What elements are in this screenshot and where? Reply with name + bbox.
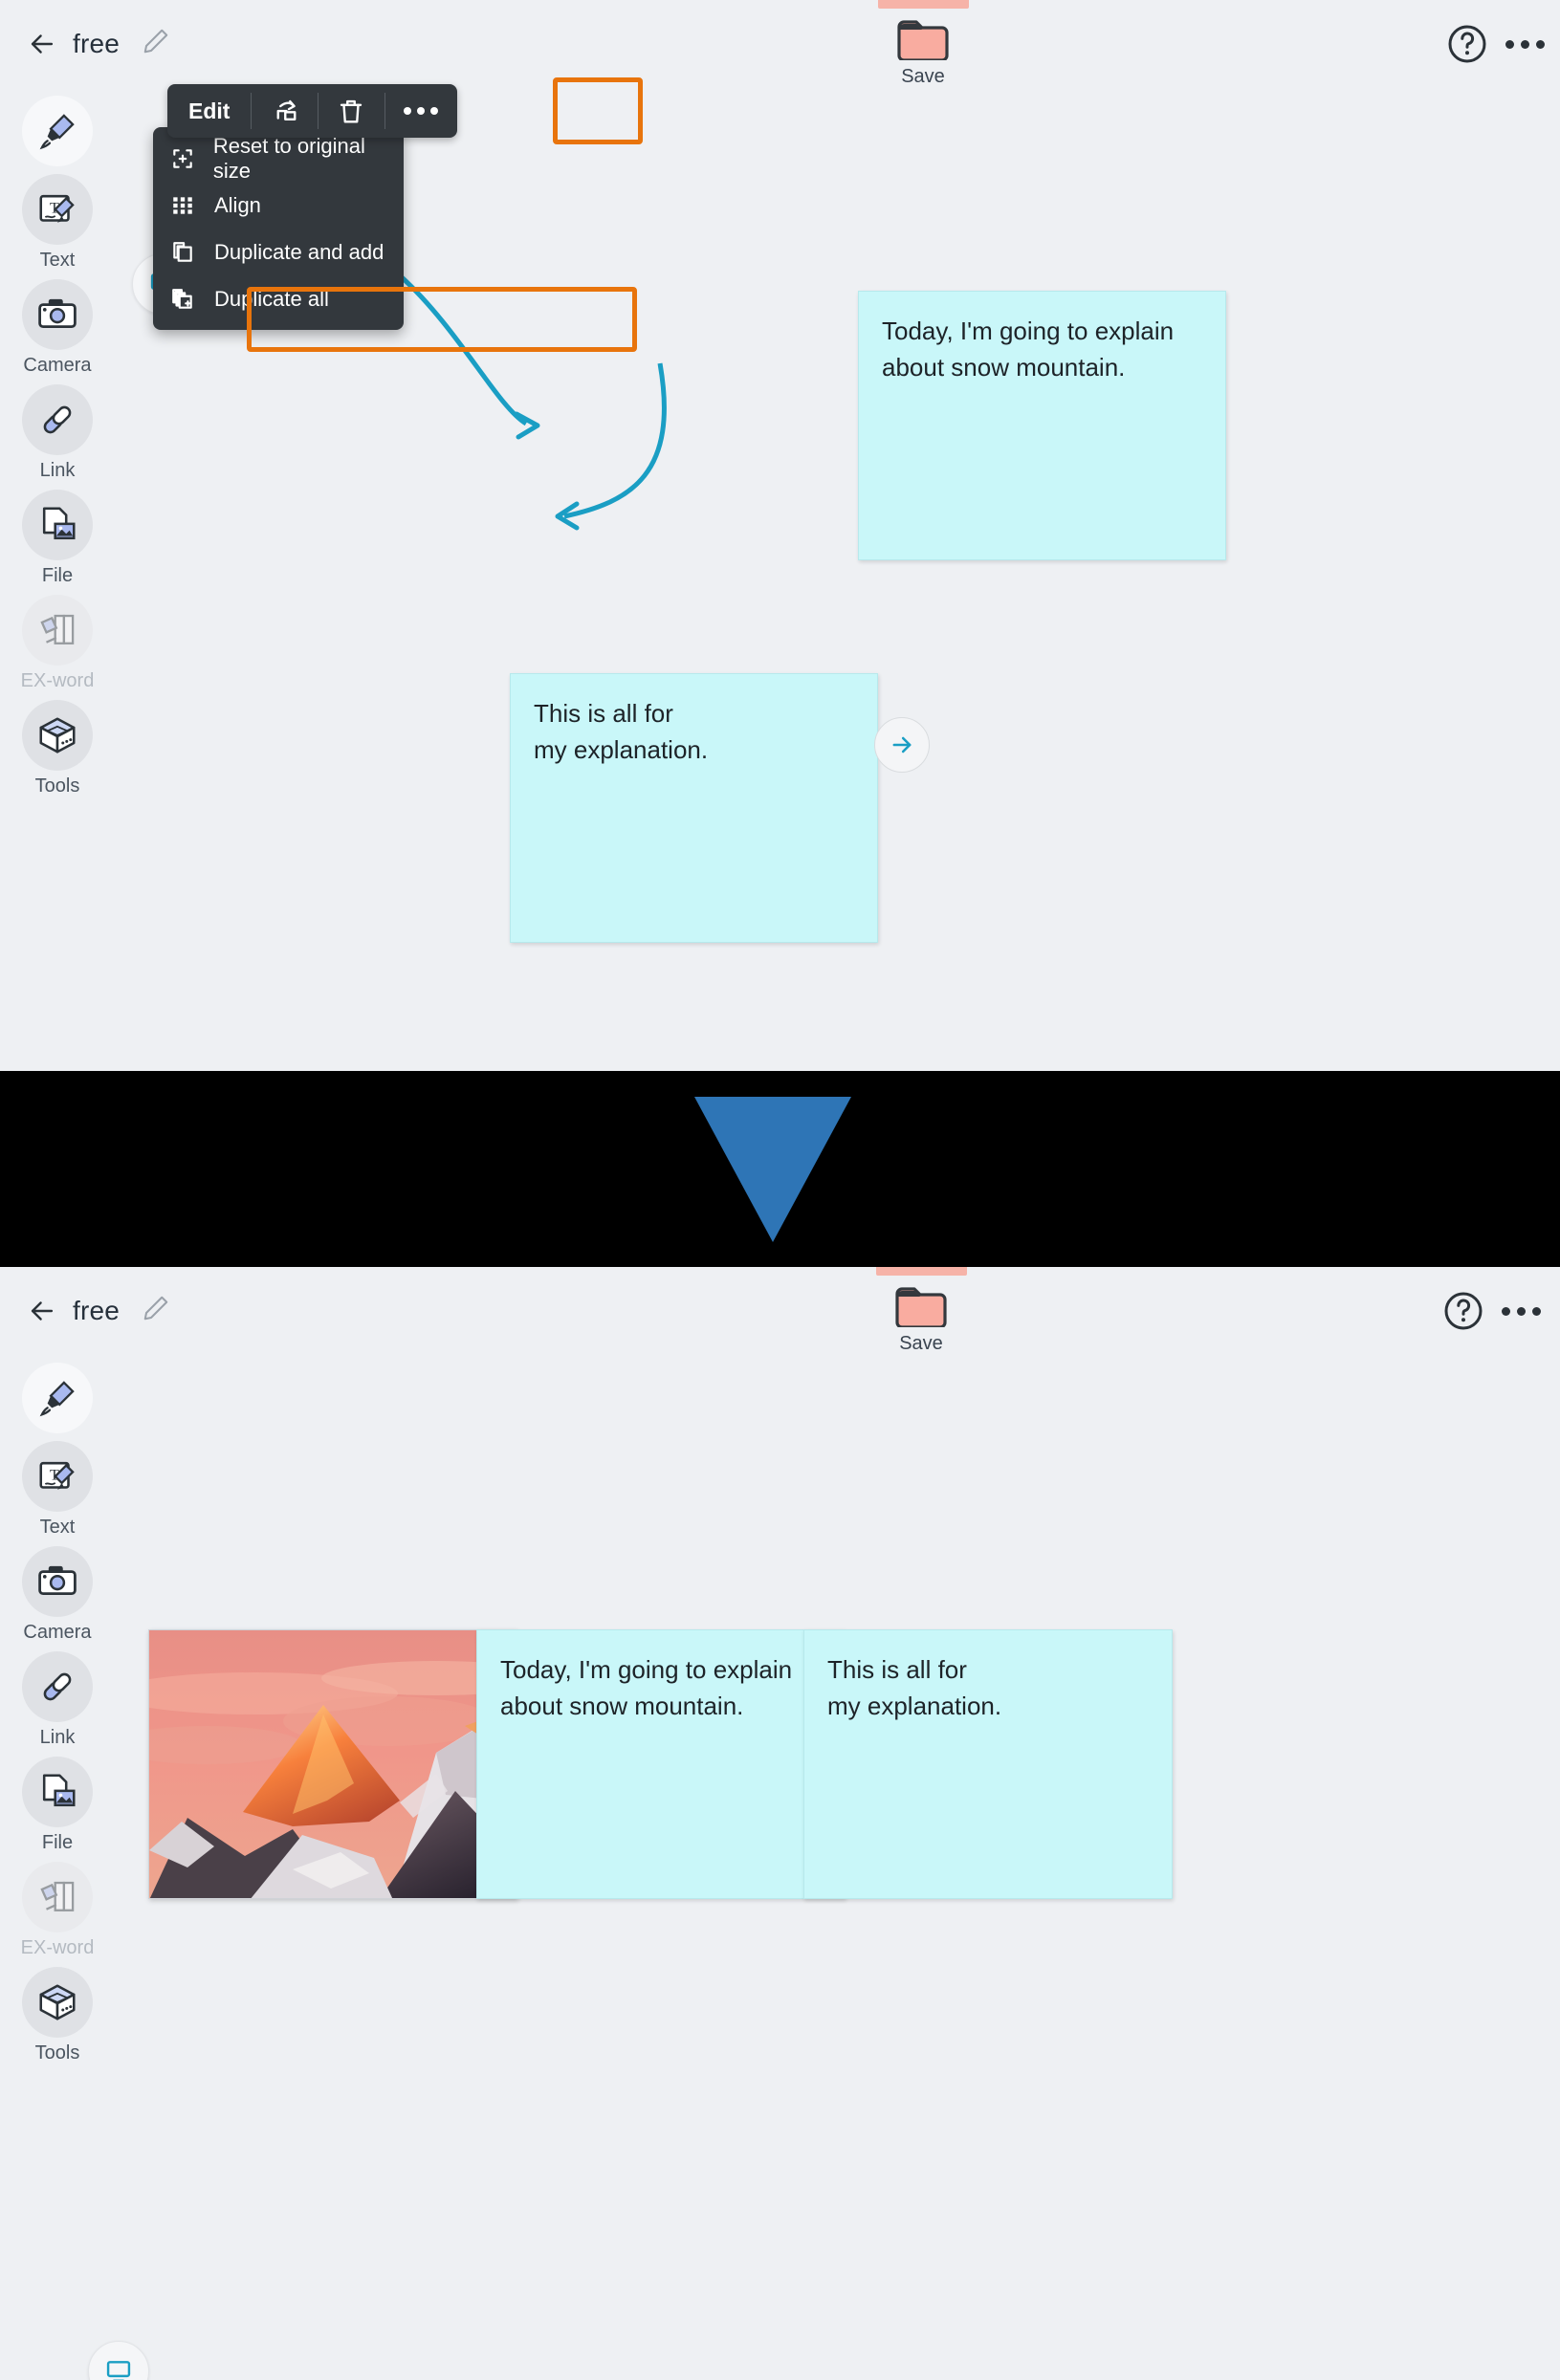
app-header-bottom: free Save xyxy=(0,1267,1560,1358)
sidebar-item-camera[interactable]: Camera xyxy=(0,279,115,377)
text-icon: T xyxy=(22,1441,93,1512)
folder-icon xyxy=(894,1285,948,1327)
sidebar-item-tools[interactable]: Tools xyxy=(0,700,115,797)
sidebar-item-text[interactable]: T Text xyxy=(0,174,115,272)
marker-pen-icon xyxy=(22,1363,93,1433)
tool-sidebar: T Text Camera Link File EX-word Tools xyxy=(0,96,115,805)
down-triangle-icon xyxy=(694,1097,851,1242)
menu-item-reset-size[interactable]: Reset to original size xyxy=(153,133,404,183)
tool-sidebar-bottom: T Text Camera Link File EX-word Tools xyxy=(0,1363,115,2072)
sticky-note[interactable]: Today, I'm going to explain about snow m… xyxy=(858,291,1226,560)
sidebar-label-link: Link xyxy=(39,460,76,481)
bottom-canvas[interactable]: Today, I'm going to explain about snow m… xyxy=(88,1358,1560,2380)
cube-tools-icon xyxy=(22,1967,93,2038)
camera-icon xyxy=(22,279,93,350)
camera-icon xyxy=(22,1546,93,1617)
link-icon xyxy=(22,1651,93,1722)
page-title: free xyxy=(73,1296,121,1325)
sidebar-label-link: Link xyxy=(39,1727,76,1748)
sidebar-label-text: Text xyxy=(39,250,76,271)
back-button[interactable] xyxy=(19,21,65,67)
menu-label: Reset to original size xyxy=(212,133,365,183)
sidebar-item-link[interactable]: Link xyxy=(0,384,115,482)
help-icon[interactable] xyxy=(1440,1288,1486,1334)
sidebar-item-file[interactable]: File xyxy=(0,490,115,587)
sidebar-item-text[interactable]: T Text xyxy=(0,1441,115,1539)
sidebar-item-exword[interactable]: EX-word xyxy=(0,1862,115,1959)
rename-pencil-icon[interactable] xyxy=(142,1294,170,1322)
sidebar-label-file: File xyxy=(41,1832,74,1853)
sidebar-item-tools[interactable]: Tools xyxy=(0,1967,115,2064)
rename-pencil-icon[interactable] xyxy=(142,27,170,55)
save-button[interactable]: Save xyxy=(849,1267,993,1355)
reset-size-icon xyxy=(170,146,213,171)
menu-item-align[interactable]: Align xyxy=(153,182,404,229)
mountain-photo[interactable] xyxy=(148,1629,517,1899)
duplicate-icon xyxy=(170,240,214,265)
books-icon xyxy=(22,595,93,666)
align-grid-icon xyxy=(170,193,214,218)
toolbar-more-button[interactable] xyxy=(385,84,457,138)
save-label: Save xyxy=(901,66,945,87)
menu-label: Duplicate all xyxy=(214,286,329,311)
link-icon xyxy=(22,384,93,455)
menu-item-duplicate-and-add[interactable]: Duplicate and add xyxy=(153,229,404,275)
delete-button[interactable] xyxy=(318,84,385,138)
sidebar-label-camera: Camera xyxy=(23,1622,92,1643)
sidebar-label-file: File xyxy=(41,565,74,586)
selection-toolbar[interactable]: Edit xyxy=(167,84,458,138)
sidebar-item-pen[interactable] xyxy=(0,96,115,166)
page-title: free xyxy=(73,29,121,58)
context-menu[interactable]: Reset to original size Align Duplicate a… xyxy=(153,127,404,330)
sidebar-label-tools: Tools xyxy=(34,775,80,797)
books-icon xyxy=(22,1862,93,1932)
save-button[interactable]: Save xyxy=(851,0,995,88)
app-header: free Save xyxy=(0,0,1560,91)
top-screenshot-panel: free Save T Text Camera Link File EX-wor… xyxy=(0,0,1560,1071)
sticky-note[interactable]: This is all for my explanation. xyxy=(803,1629,1173,1899)
sidebar-item-file[interactable]: File xyxy=(0,1757,115,1854)
monitor-badge-icon[interactable] xyxy=(88,2341,149,2380)
duplicate-all-icon xyxy=(170,287,214,312)
save-tab-marker xyxy=(875,1267,967,1276)
share-button[interactable] xyxy=(251,84,318,138)
next-arrow-button[interactable] xyxy=(874,717,930,773)
sidebar-item-camera[interactable]: Camera xyxy=(0,1546,115,1644)
file-image-icon xyxy=(22,1757,93,1827)
sidebar-label-camera: Camera xyxy=(23,355,92,376)
menu-label: Align xyxy=(214,192,261,217)
sidebar-label-tools: Tools xyxy=(34,2042,80,2063)
back-button[interactable] xyxy=(19,1288,65,1334)
sticky-note[interactable]: This is all for my explanation. xyxy=(510,673,878,943)
sidebar-label-exword: EX-word xyxy=(20,1937,95,1958)
more-options-icon[interactable] xyxy=(1498,1288,1544,1334)
cube-tools-icon xyxy=(22,700,93,771)
bottom-screenshot-panel: free Save T Text Camera Link File EX-wor… xyxy=(0,1267,1560,2380)
folder-icon xyxy=(896,18,950,60)
toolbar-more-dots-icon xyxy=(404,107,439,115)
save-tab-marker xyxy=(877,0,969,9)
marker-pen-icon xyxy=(22,96,93,166)
sidebar-label-text: Text xyxy=(39,1517,76,1538)
more-dots xyxy=(1501,1306,1541,1316)
sidebar-item-link[interactable]: Link xyxy=(0,1651,115,1749)
help-icon[interactable] xyxy=(1444,21,1490,67)
save-label: Save xyxy=(899,1333,943,1354)
more-dots xyxy=(1505,39,1545,49)
sidebar-item-pen[interactable] xyxy=(0,1363,115,1433)
divider-band xyxy=(0,1071,1560,1267)
text-icon: T xyxy=(22,174,93,245)
sticky-note[interactable]: Today, I'm going to explain about snow m… xyxy=(476,1629,846,1899)
more-options-icon[interactable] xyxy=(1502,21,1548,67)
menu-label: Duplicate and add xyxy=(214,239,385,264)
sidebar-item-exword[interactable]: EX-word xyxy=(0,595,115,692)
edit-button[interactable]: Edit xyxy=(167,84,251,138)
menu-item-duplicate-all[interactable]: Duplicate all xyxy=(153,275,404,322)
file-image-icon xyxy=(22,490,93,560)
sidebar-label-exword: EX-word xyxy=(20,670,95,691)
